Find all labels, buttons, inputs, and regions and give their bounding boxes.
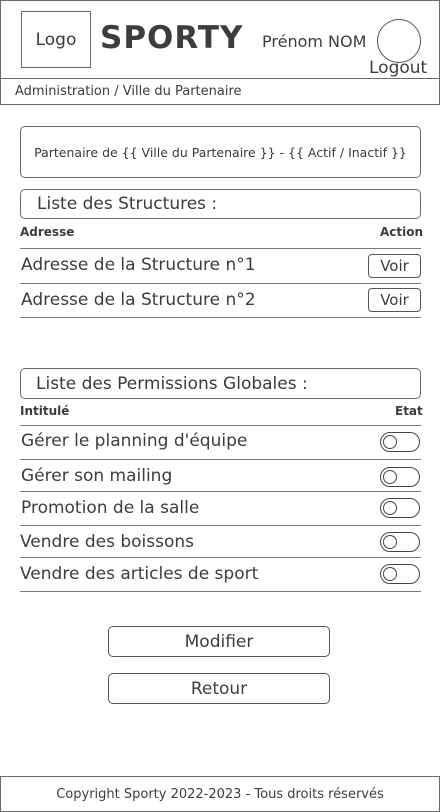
footer: Copyright Sporty 2022-2023 - Tous droits… — [0, 776, 440, 812]
permission-row: Gérer le planning d'équipe — [20, 426, 421, 460]
logout-link[interactable]: Logout — [369, 58, 427, 78]
permission-toggle[interactable] — [380, 467, 420, 487]
permission-row: Vendre des boissons — [20, 526, 421, 558]
logo[interactable]: Logo — [21, 11, 91, 68]
permission-label: Gérer le planning d'équipe — [21, 431, 248, 451]
permission-label: Gérer son mailing — [21, 466, 173, 486]
permission-label: Promotion de la salle — [21, 498, 200, 518]
avatar[interactable] — [377, 19, 421, 63]
toggle-knob — [383, 567, 397, 581]
copyright-text: Copyright Sporty 2022-2023 - Tous droits… — [56, 786, 384, 802]
structure-row: Adresse de la Structure n°2 Voir — [20, 284, 421, 318]
permission-row: Gérer son mailing — [20, 460, 421, 492]
column-header-action: Action — [380, 225, 424, 239]
permission-toggle[interactable] — [380, 432, 420, 452]
view-structure-button[interactable]: Voir — [368, 254, 421, 278]
toggle-knob — [383, 501, 397, 515]
modify-button[interactable]: Modifier — [108, 626, 330, 657]
view-structure-button[interactable]: Voir — [368, 288, 421, 312]
back-button[interactable]: Retour — [108, 673, 330, 704]
permission-label: Vendre des articles de sport — [20, 564, 259, 584]
permissions-section-title: Liste des Permissions Globales : — [20, 368, 421, 399]
brand-title: SPORTY — [100, 20, 244, 56]
permission-row: Vendre des articles de sport — [20, 558, 421, 592]
breadcrumb: Administration / Ville du Partenaire — [15, 84, 242, 99]
toggle-knob — [383, 470, 397, 484]
permission-row: Promotion de la salle — [20, 492, 421, 526]
permission-toggle[interactable] — [380, 498, 420, 518]
structures-title-text: Liste des Structures : — [37, 194, 218, 214]
structure-address: Adresse de la Structure n°2 — [21, 290, 256, 310]
permission-toggle[interactable] — [380, 564, 420, 584]
column-header-address: Adresse — [20, 225, 75, 239]
column-header-state: Etat — [395, 404, 423, 418]
permissions-title-text: Liste des Permissions Globales : — [36, 373, 308, 394]
partner-info-text: Partenaire de {{ Ville du Partenaire }} … — [34, 144, 407, 160]
structure-row: Adresse de la Structure n°1 Voir — [20, 249, 421, 284]
toggle-knob — [383, 535, 397, 549]
toggle-knob — [383, 435, 397, 449]
permission-label: Vendre des boissons — [20, 532, 194, 552]
column-header-label: Intitulé — [20, 404, 70, 418]
structure-address: Adresse de la Structure n°1 — [21, 255, 256, 275]
structures-section-title: Liste des Structures : — [20, 189, 421, 219]
permission-toggle[interactable] — [380, 532, 420, 552]
partner-info-box: Partenaire de {{ Ville du Partenaire }} … — [20, 126, 421, 178]
user-name: Prénom NOM — [262, 32, 367, 51]
